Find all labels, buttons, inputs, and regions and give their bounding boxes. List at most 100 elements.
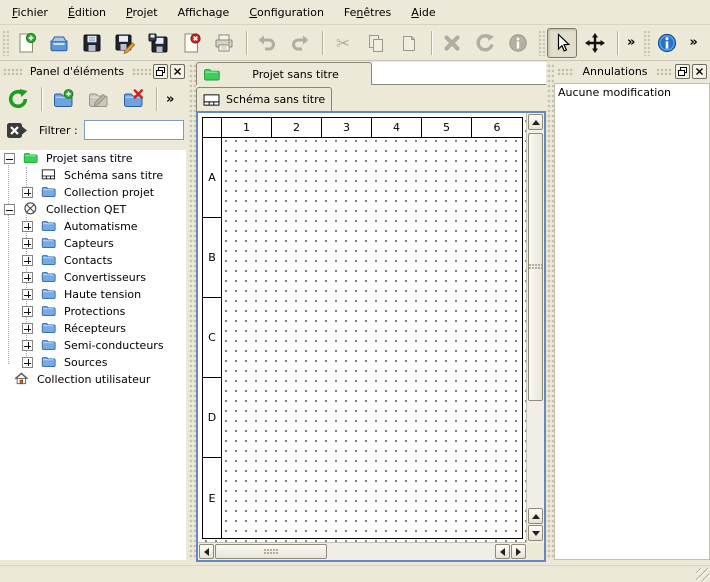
save-as-button[interactable] (110, 28, 140, 58)
undo-history-list[interactable]: Aucune modification (554, 83, 710, 560)
float-panel-button[interactable] (675, 64, 690, 79)
scroll-up-button[interactable] (528, 114, 543, 130)
folder-blue-icon (41, 184, 59, 202)
left-splitter[interactable] (188, 62, 196, 560)
diagram-scene[interactable]: 123456ABCDE (198, 113, 527, 543)
info-blue-button[interactable] (652, 28, 682, 58)
tree-expander-plus[interactable] (22, 306, 33, 317)
open-file-button[interactable] (44, 28, 74, 58)
horizontal-scroll-thumb[interactable] (215, 544, 327, 559)
toolbar-overflow-button[interactable]: » (162, 92, 178, 107)
undo-button[interactable] (252, 28, 282, 58)
tree-item-semi-conducteurs[interactable]: Semi-conducteurs (0, 337, 186, 354)
project-tab-label: Projet sans titre (226, 68, 365, 81)
tree-item-recepteurs[interactable]: Récepteurs (0, 320, 186, 337)
tree-item-convertisseurs[interactable]: Convertisseurs (0, 269, 186, 286)
tree-expander-plus[interactable] (22, 187, 33, 198)
float-panel-button[interactable] (153, 64, 168, 79)
vertical-scrollbar[interactable] (526, 113, 544, 543)
save-all-button[interactable] (143, 28, 173, 58)
folder-edit-icon (87, 88, 109, 110)
tree-expander-plus[interactable] (22, 340, 33, 351)
tree-expander-plus[interactable] (22, 255, 33, 266)
close-panel-button[interactable] (692, 64, 707, 79)
tree-item-label: Protections (64, 303, 125, 320)
tree-item-projet-sans-titre[interactable]: Projet sans titre (0, 150, 186, 167)
tree-expander-plus[interactable] (22, 289, 33, 300)
folder-blue-icon (41, 354, 59, 372)
tree-item-collection-qet[interactable]: Collection QET (0, 201, 186, 218)
filter-input[interactable] (84, 120, 184, 140)
vertical-scroll-thumb[interactable] (528, 133, 543, 401)
copy-icon (365, 32, 387, 54)
scroll-down-button[interactable] (528, 525, 543, 541)
tree-expander-plus[interactable] (22, 272, 33, 283)
print-button[interactable] (209, 28, 239, 58)
tree-expander-minus[interactable] (4, 153, 15, 164)
horizontal-scrollbar[interactable] (198, 542, 527, 560)
toolbar-overflow-button[interactable]: » (623, 35, 639, 50)
scroll-right-button[interactable] (511, 544, 526, 559)
move-mode-button[interactable] (580, 28, 610, 58)
rotate-button[interactable] (470, 28, 500, 58)
scroll-left-button-2[interactable] (495, 544, 510, 559)
tree-expander-plus[interactable] (22, 357, 33, 368)
tree-expander-plus[interactable] (22, 238, 33, 249)
cut-button[interactable]: ✂ (328, 28, 358, 58)
undo-list-item[interactable]: Aucune modification (555, 84, 709, 101)
delete-button[interactable] (437, 28, 467, 58)
tree-expander-plus[interactable] (22, 221, 33, 232)
size-grip[interactable] (696, 568, 709, 581)
toolbar-handle[interactable] (538, 30, 545, 56)
folder-new-button[interactable] (47, 83, 79, 115)
folder-delete-button[interactable] (117, 83, 149, 115)
menu-fichier[interactable]: Fichier (4, 3, 56, 22)
tree-item-automatisme[interactable]: Automatisme (0, 218, 186, 235)
select-arrow-icon (551, 32, 573, 54)
reload-button[interactable] (2, 83, 34, 115)
tree-item-schema-sans-titre[interactable]: Schéma sans titre (0, 167, 186, 184)
filter-row: Filtrer : (0, 117, 188, 143)
status-bar (0, 565, 710, 582)
new-file-button[interactable] (11, 28, 41, 58)
paste-button[interactable] (394, 28, 424, 58)
copy-button[interactable] (361, 28, 391, 58)
right-splitter[interactable] (546, 62, 554, 560)
folder-blue-icon (41, 269, 59, 287)
folder-edit-button[interactable] (82, 83, 114, 115)
menu-fenetres[interactable]: Fenêtres (336, 3, 399, 22)
tree-item-haute-tension[interactable]: Haute tension (0, 286, 186, 303)
elements-panel-titlebar: Panel d'éléments (0, 62, 188, 81)
tree-item-sources[interactable]: Sources (0, 354, 186, 371)
schema-tab[interactable]: Schéma sans titre (196, 87, 332, 111)
close-file-button[interactable] (176, 28, 206, 58)
toolbar-separator (431, 31, 433, 55)
select-arrow-button[interactable] (547, 28, 577, 58)
toolbar-handle[interactable] (643, 30, 650, 56)
menu-affichage[interactable]: Affichage (170, 3, 238, 22)
tree-item-collection-projet[interactable]: Collection projet (0, 184, 186, 201)
tree-item-label: Capteurs (64, 235, 114, 252)
toolbar-overflow-button[interactable]: » (685, 35, 701, 50)
tree-expander-minus[interactable] (4, 204, 15, 215)
toolbar-handle[interactable] (2, 30, 9, 56)
menu-aide[interactable]: Aide (403, 3, 443, 22)
tree-item-protections[interactable]: Protections (0, 303, 186, 320)
save-button[interactable] (77, 28, 107, 58)
scroll-left-button[interactable] (199, 544, 214, 559)
tree-item-contacts[interactable]: Contacts (0, 252, 186, 269)
folder-blue-icon (41, 286, 59, 304)
redo-button[interactable] (285, 28, 315, 58)
info-gray-button[interactable] (503, 28, 533, 58)
scroll-up-button-2[interactable] (528, 508, 543, 524)
project-tab[interactable]: Projet sans titre (196, 62, 372, 85)
tree-item-label: Convertisseurs (64, 269, 146, 286)
menu-projet[interactable]: Projet (118, 3, 166, 22)
menu-edition[interactable]: Édition (60, 3, 114, 22)
tree-item-collection-utilisateur[interactable]: Collection utilisateur (0, 371, 186, 388)
tree-expander-plus[interactable] (22, 323, 33, 334)
clear-filter-button[interactable] (4, 118, 30, 142)
menu-configuration[interactable]: Configuration (241, 3, 332, 22)
close-panel-button[interactable] (170, 64, 185, 79)
tree-item-capteurs[interactable]: Capteurs (0, 235, 186, 252)
